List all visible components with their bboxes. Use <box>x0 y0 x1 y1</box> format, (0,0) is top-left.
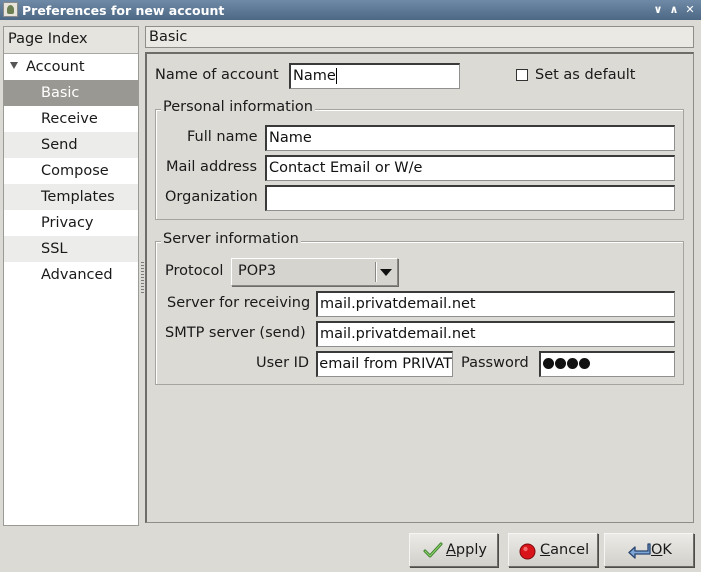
tree-item-compose[interactable]: Compose <box>4 158 138 184</box>
page-header: Basic <box>145 26 694 48</box>
checkmark-icon <box>423 542 443 558</box>
password-mask-dot <box>555 357 566 369</box>
set-default-label[interactable]: Set as default <box>535 67 636 83</box>
password-mask-dot <box>543 357 554 369</box>
account-name-value: Name <box>293 68 336 84</box>
receive-server-input[interactable]: mail.privatdemail.net <box>316 291 675 317</box>
full-name-input[interactable]: Name <box>265 125 675 151</box>
tree-item-label: Account <box>26 59 85 75</box>
expander-triangle-icon[interactable] <box>10 62 18 69</box>
cancel-label: Cancel <box>540 542 590 558</box>
protocol-select[interactable]: POP3 <box>231 258 398 286</box>
protocol-label: Protocol <box>165 263 224 279</box>
close-icon[interactable]: ✕ <box>683 2 697 17</box>
personal-info-legend: Personal information <box>161 99 315 115</box>
select-separator <box>375 262 377 282</box>
tree-item-send[interactable]: Send <box>4 132 138 158</box>
tree-item-basic[interactable]: Basic <box>4 80 138 106</box>
receive-server-label: Server for receiving <box>167 295 311 311</box>
password-input[interactable] <box>539 351 675 377</box>
set-default-checkbox[interactable] <box>516 69 528 81</box>
title-bar[interactable]: Preferences for new account ∨ ∧ ✕ <box>0 0 701 20</box>
page-index-tree[interactable]: Page Index Account Basic Receive Send Co… <box>3 26 139 526</box>
pane-resize-handle[interactable] <box>141 262 144 294</box>
user-id-value: email from PRIVAT <box>319 356 452 372</box>
tree-item-privacy[interactable]: Privacy <box>4 210 138 236</box>
password-mask-dot <box>579 357 590 369</box>
tree-item-advanced[interactable]: Advanced <box>4 262 138 288</box>
apply-label: Apply <box>446 542 487 558</box>
full-name-label: Full name <box>187 129 258 145</box>
chevron-down-icon[interactable] <box>380 269 392 276</box>
ok-button[interactable]: OK <box>604 533 694 567</box>
organization-label: Organization <box>165 189 258 205</box>
minimize-icon[interactable]: ∨ <box>651 2 665 17</box>
tree-item-receive[interactable]: Receive <box>4 106 138 132</box>
mail-address-label: Mail address <box>166 159 258 175</box>
server-info-legend: Server information <box>161 231 301 247</box>
window-title: Preferences for new account <box>22 3 225 18</box>
cancel-button[interactable]: Cancel <box>508 533 598 567</box>
stop-icon <box>519 543 536 560</box>
user-id-label: User ID <box>256 355 310 371</box>
protocol-value: POP3 <box>238 263 277 279</box>
apply-button[interactable]: Apply <box>409 533 498 567</box>
smtp-server-label: SMTP server (send) <box>165 325 306 341</box>
account-name-label: Name of account <box>155 67 279 83</box>
ok-label: OK <box>651 542 672 558</box>
tree-item-ssl[interactable]: SSL <box>4 236 138 262</box>
return-arrow-icon <box>628 543 651 559</box>
page-index-header[interactable]: Page Index <box>4 27 138 54</box>
maximize-icon[interactable]: ∧ <box>667 2 681 17</box>
smtp-server-input[interactable]: mail.privatdemail.net <box>316 321 675 347</box>
password-label: Password <box>461 355 529 371</box>
text-cursor <box>335 68 337 84</box>
organization-input[interactable] <box>265 185 675 211</box>
user-id-input[interactable]: email from PRIVAT <box>316 351 453 377</box>
account-name-input[interactable]: Name <box>289 63 460 89</box>
app-icon <box>3 2 18 17</box>
password-mask-dot <box>567 357 578 369</box>
tree-item-account[interactable]: Account <box>4 54 138 80</box>
tree-item-templates[interactable]: Templates <box>4 184 138 210</box>
mail-address-input[interactable]: Contact Email or W/e <box>265 155 675 181</box>
